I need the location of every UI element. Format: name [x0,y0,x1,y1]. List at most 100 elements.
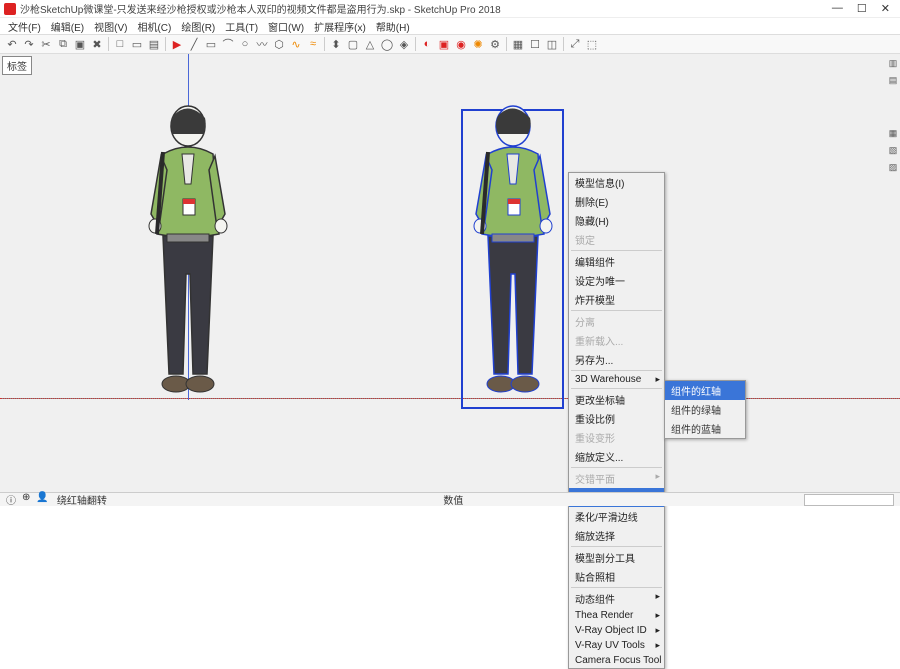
undo-icon[interactable]: ↶ [4,36,20,52]
context-menu[interactable]: 模型信息(I)删除(E)隐藏(H)锁定编辑组件设定为唯一炸开模型分离重新载入..… [568,172,665,669]
figure-2-selected[interactable] [458,104,568,404]
rect-icon[interactable]: ▭ [203,36,219,52]
context-item: 重设变形 [569,428,664,447]
panel-icon[interactable]: ▨ [889,162,898,173]
context-item[interactable]: 模型剖分工具 [569,548,664,567]
menu-tools[interactable]: 工具(T) [221,18,262,35]
circle-icon[interactable]: ○ [237,36,253,52]
freehand-icon[interactable]: 〰 [254,36,270,52]
context-item[interactable]: 贴合照相 [569,567,664,586]
context-item[interactable]: Camera Focus Tool [569,653,664,668]
render-icon[interactable]: ▣ [436,36,452,52]
box-icon[interactable]: ▢ [345,36,361,52]
view1-icon[interactable]: ☐ [527,36,543,52]
figure-1[interactable] [133,104,243,404]
delete-icon[interactable]: ✖ [89,36,105,52]
separator [165,37,166,51]
context-item[interactable]: V-Ray Object ID [569,623,664,638]
new-icon[interactable]: □ [112,36,128,52]
status-icons: ⓘ ⊕ 👤 [6,492,49,507]
sphere-icon[interactable]: ◯ [379,36,395,52]
save-icon[interactable]: ▤ [146,36,162,52]
menu-edit[interactable]: 编辑(E) [47,18,88,35]
paste-icon[interactable]: ▣ [72,36,88,52]
context-submenu[interactable]: 组件的红轴组件的绿轴组件的蓝轴 [664,380,746,439]
separator [563,37,564,51]
context-item[interactable]: V-Ray UV Tools [569,638,664,653]
iso-icon[interactable]: ⬚ [584,36,600,52]
context-item: 分离 [569,312,664,331]
copy-icon[interactable]: ⧉ [55,36,71,52]
info-icon[interactable]: ⓘ [6,492,16,507]
title-bar: 沙枪SketchUp微课堂-只发送来经沙枪授权或沙枪本人双印的视频文件都是盗用行… [0,0,900,18]
toolbar: ↶ ↷ ✂ ⧉ ▣ ✖ □ ▭ ▤ ▶ ╱ ▭ ⌒ ○ 〰 ⬡ ∿ ≈ ⬍ ▢ … [0,34,900,54]
context-item[interactable]: 更改坐标轴 [569,390,664,409]
status-bar: ⓘ ⊕ 👤 绕红轴翻转 数值 [0,492,900,506]
submenu-item[interactable]: 组件的蓝轴 [665,419,745,438]
minimize-button[interactable]: — [832,2,843,15]
panel-icon[interactable]: ▤ [889,75,898,86]
cut-icon[interactable]: ✂ [38,36,54,52]
curve-icon[interactable]: ∿ [288,36,304,52]
close-button[interactable]: ✕ [881,2,890,15]
panel-icon[interactable]: ▧ [889,145,898,156]
status-hint: 绕红轴翻转 [57,492,107,507]
context-item[interactable]: 炸开模型 [569,290,664,309]
context-item[interactable]: 重设比例 [569,409,664,428]
submenu-item[interactable]: 组件的红轴 [665,381,745,400]
redo-icon[interactable]: ↷ [21,36,37,52]
viewport[interactable]: 标签 [0,54,900,492]
context-item[interactable]: 删除(E) [569,192,664,211]
menu-view[interactable]: 视图(V) [90,18,131,35]
cone-icon[interactable]: △ [362,36,378,52]
panel-icon[interactable]: ▥ [889,58,898,69]
grid-icon[interactable]: ▦ [510,36,526,52]
person-icon [133,104,243,404]
context-item[interactable]: 柔化/平滑边线 [569,507,664,526]
tag-icon[interactable]: ◈ [396,36,412,52]
window-controls: — ☐ ✕ [832,2,896,15]
wave-icon[interactable]: ≈ [305,36,321,52]
menu-bar: 文件(F) 编辑(E) 视图(V) 相机(C) 绘图(R) 工具(T) 窗口(W… [0,18,900,34]
menu-file[interactable]: 文件(F) [4,18,45,35]
view2-icon[interactable]: ◫ [544,36,560,52]
expand-icon[interactable]: ⤢ [567,36,583,52]
menu-camera[interactable]: 相机(C) [133,18,175,35]
vray-icon[interactable]: ◐ [419,36,435,52]
gear-icon[interactable]: ⚙ [487,36,503,52]
context-item[interactable]: 设定为唯一 [569,271,664,290]
context-item[interactable]: 模型信息(I) [569,173,664,192]
camera-icon[interactable]: ◉ [453,36,469,52]
menu-window[interactable]: 窗口(W) [264,18,308,35]
open-icon[interactable]: ▭ [129,36,145,52]
submenu-item[interactable]: 组件的绿轴 [665,400,745,419]
line-icon[interactable]: ╱ [186,36,202,52]
context-item: 锁定 [569,230,664,249]
pushpull-icon[interactable]: ⬍ [328,36,344,52]
context-item[interactable]: 动态组件 [569,589,664,608]
menu-draw[interactable]: 绘图(R) [177,18,219,35]
context-item[interactable]: 缩放定义... [569,447,664,466]
dimensions-input[interactable] [804,494,894,506]
context-item[interactable]: Thea Render [569,608,664,623]
panel-icon[interactable]: ▦ [889,128,898,139]
context-item[interactable]: 另存为... [569,350,664,369]
separator [324,37,325,51]
menu-extensions[interactable]: 扩展程序(x) [310,18,370,35]
select-icon[interactable]: ▶ [169,36,185,52]
maximize-button[interactable]: ☐ [857,2,867,15]
context-item: 交错平面 [569,469,664,488]
context-item[interactable]: 缩放选择 [569,526,664,545]
context-item[interactable]: 编辑组件 [569,252,664,271]
menu-help[interactable]: 帮助(H) [372,18,414,35]
geo-icon[interactable]: ⊕ [22,492,30,507]
person-icon [458,104,568,404]
context-item[interactable]: 隐藏(H) [569,211,664,230]
light-icon[interactable]: ✺ [470,36,486,52]
separator [108,37,109,51]
user-icon[interactable]: 👤 [36,492,48,507]
arc-icon[interactable]: ⌒ [220,36,236,52]
polygon-icon[interactable]: ⬡ [271,36,287,52]
context-item[interactable]: 3D Warehouse [569,372,664,387]
window-title: 沙枪SketchUp微课堂-只发送来经沙枪授权或沙枪本人双印的视频文件都是盗用行… [20,1,832,16]
